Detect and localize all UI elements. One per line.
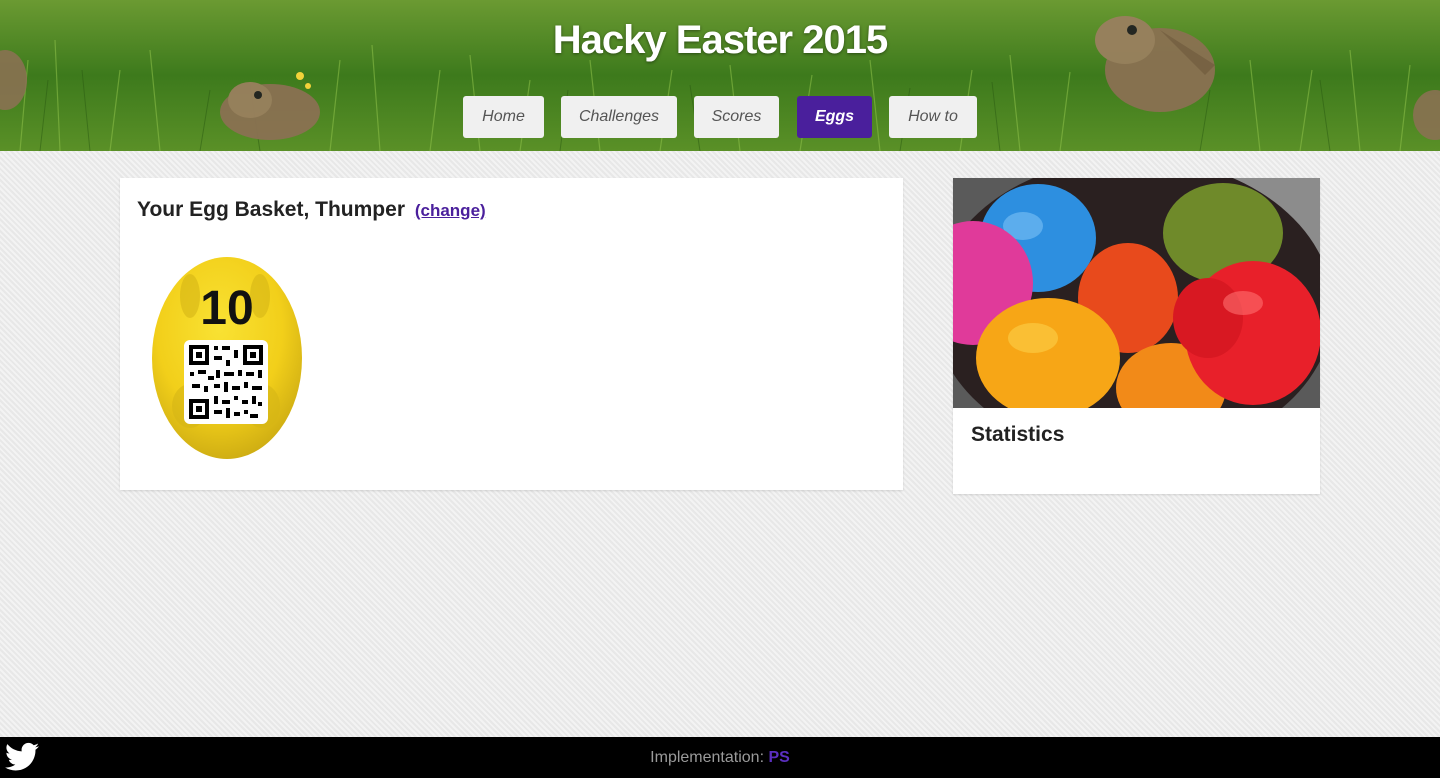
egg-basket-panel: Your Egg Basket, Thumper (change) 10 (120, 178, 903, 490)
statistics-panel: Statistics (953, 178, 1320, 494)
footer: Implementation: PS (0, 737, 1440, 778)
footer-credits: Implementation: PS (0, 749, 1440, 767)
header-banner: Hacky Easter 2015 Home Challenges Scores… (0, 0, 1440, 151)
site-title: Hacky Easter 2015 (552, 18, 888, 62)
egg-10[interactable]: 10 (150, 256, 304, 460)
change-name-link[interactable]: (change) (415, 201, 486, 220)
egg-number: 10 (200, 282, 253, 335)
statistics-heading: Statistics (971, 423, 1065, 446)
basket-heading: Your Egg Basket, Thumper (change) (137, 198, 486, 222)
nav-eggs[interactable]: Eggs (797, 96, 872, 138)
basket-title-text: Your Egg Basket, Thumper (137, 198, 405, 221)
implementation-label: Implementation: (650, 749, 765, 766)
main-nav: Home Challenges Scores Eggs How to (0, 96, 1440, 138)
author-link[interactable]: PS (768, 749, 789, 766)
nav-home[interactable]: Home (463, 96, 544, 138)
nav-challenges[interactable]: Challenges (561, 96, 677, 138)
flower (296, 72, 304, 80)
easter-eggs-photo (953, 178, 1320, 408)
flower (305, 83, 311, 89)
nav-scores[interactable]: Scores (694, 96, 779, 138)
qr-code-icon (184, 340, 268, 424)
nav-how-to[interactable]: How to (889, 96, 977, 138)
